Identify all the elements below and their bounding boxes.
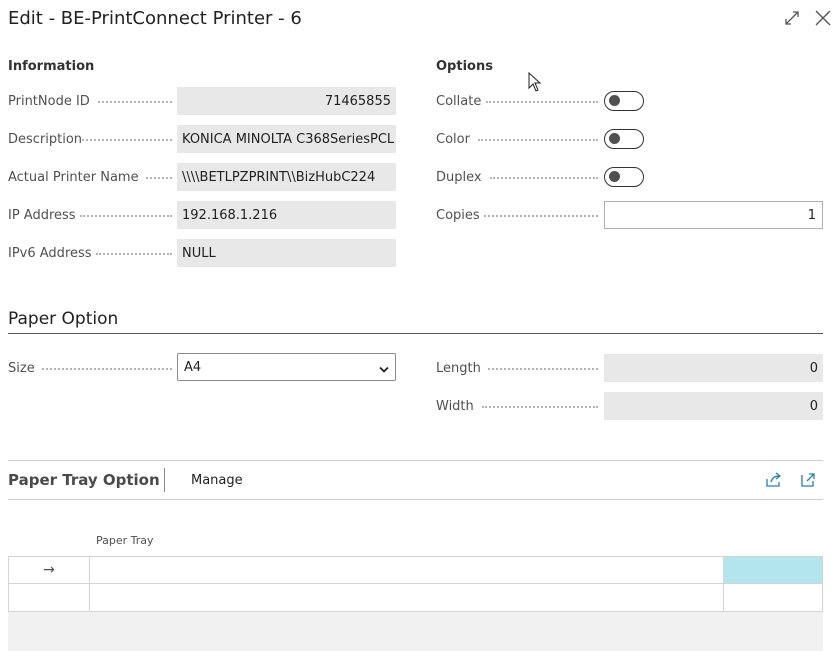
field-dots (482, 406, 598, 408)
field-dots (486, 101, 598, 103)
open-in-new-icon[interactable] (798, 470, 818, 490)
field-label: PrintNode ID (8, 93, 90, 109)
part-toolbar-divider (8, 499, 823, 500)
toggle-knob (609, 133, 620, 144)
field-label: IPv6 Address (8, 245, 92, 261)
field-dots (146, 177, 172, 179)
field-dots (82, 139, 172, 141)
description-field: Description (8, 125, 178, 153)
field-label: Description (8, 131, 83, 147)
field-label: Copies (436, 207, 480, 223)
paper-tray-grid: → (8, 556, 823, 612)
table-cell[interactable] (724, 584, 822, 611)
active-cell[interactable] (724, 557, 822, 583)
column-header-paper-tray[interactable]: Paper Tray (96, 534, 154, 547)
paper-tray-cell[interactable] (90, 584, 724, 611)
mouse-cursor-icon (528, 71, 542, 96)
table-row[interactable]: → (8, 556, 823, 584)
length-field: Length (436, 354, 604, 382)
chevron-down-icon (379, 363, 389, 378)
copies-field: Copies (436, 201, 604, 229)
share-icon[interactable] (764, 470, 784, 490)
ipv6-address-field: IPv6 Address (8, 239, 178, 267)
size-field: Size (8, 354, 178, 382)
field-dots (42, 368, 172, 370)
size-selected-value: A4 (184, 359, 202, 375)
field-dots (478, 139, 598, 141)
field-label: Color (436, 131, 470, 147)
toggle-knob (609, 95, 620, 106)
field-label: Width (436, 398, 474, 414)
width-field: Width (436, 392, 604, 420)
field-dots (96, 253, 172, 255)
duplex-field: Duplex (436, 163, 604, 191)
ipv6-address-value: NULL (177, 239, 396, 267)
row-indicator-arrow-icon: → (9, 557, 90, 583)
size-select[interactable]: A4 (177, 353, 396, 381)
color-field: Color (436, 125, 604, 153)
field-label: Actual Printer Name (8, 169, 139, 185)
field-dots (98, 101, 172, 103)
collate-field: Collate (436, 87, 604, 115)
row-indicator-cell (9, 584, 90, 611)
grid-empty-area (8, 612, 823, 651)
paper-tray-cell[interactable] (90, 557, 724, 583)
field-dots (488, 368, 598, 370)
part-top-divider (8, 460, 823, 461)
paper-option-heading: Paper Option (8, 309, 119, 329)
toolbar-separator (164, 468, 165, 492)
paper-tray-title[interactable]: Paper Tray Option (8, 471, 160, 489)
collate-toggle[interactable] (604, 91, 644, 111)
ip-address-field: IP Address (8, 201, 178, 229)
information-heading: Information (8, 59, 95, 74)
duplex-toggle[interactable] (604, 167, 644, 187)
expand-arrows-icon[interactable] (782, 8, 802, 28)
field-dots (490, 177, 598, 179)
toggle-knob (609, 171, 620, 182)
field-label: Collate (436, 93, 482, 109)
width-value: 0 (604, 392, 823, 420)
ip-address-value: 192.168.1.216 (177, 201, 396, 229)
field-dots (484, 215, 598, 217)
field-label: Duplex (436, 169, 482, 185)
description-value: KONICA MINOLTA C368SeriesPCL (177, 125, 396, 153)
table-row[interactable] (8, 584, 823, 612)
length-value: 0 (604, 354, 823, 382)
printnode-id-value: 71465855 (177, 87, 396, 115)
close-icon[interactable] (813, 8, 833, 28)
manage-button[interactable]: Manage (191, 473, 243, 488)
field-dots (80, 215, 172, 217)
actual-printer-name-field: Actual Printer Name (8, 163, 178, 191)
printnode-id-field: PrintNode ID (8, 87, 178, 115)
actual-printer-name-value: \\\\BETLPZPRINT\\BizHubC224 (177, 163, 396, 191)
field-label: IP Address (8, 207, 76, 223)
options-heading: Options (436, 59, 493, 74)
section-divider (8, 333, 823, 334)
copies-input[interactable]: 1 (604, 201, 823, 229)
field-label: Length (436, 360, 481, 376)
page-title: Edit - BE-PrintConnect Printer - 6 (8, 8, 302, 29)
field-label: Size (8, 360, 35, 376)
color-toggle[interactable] (604, 129, 644, 149)
